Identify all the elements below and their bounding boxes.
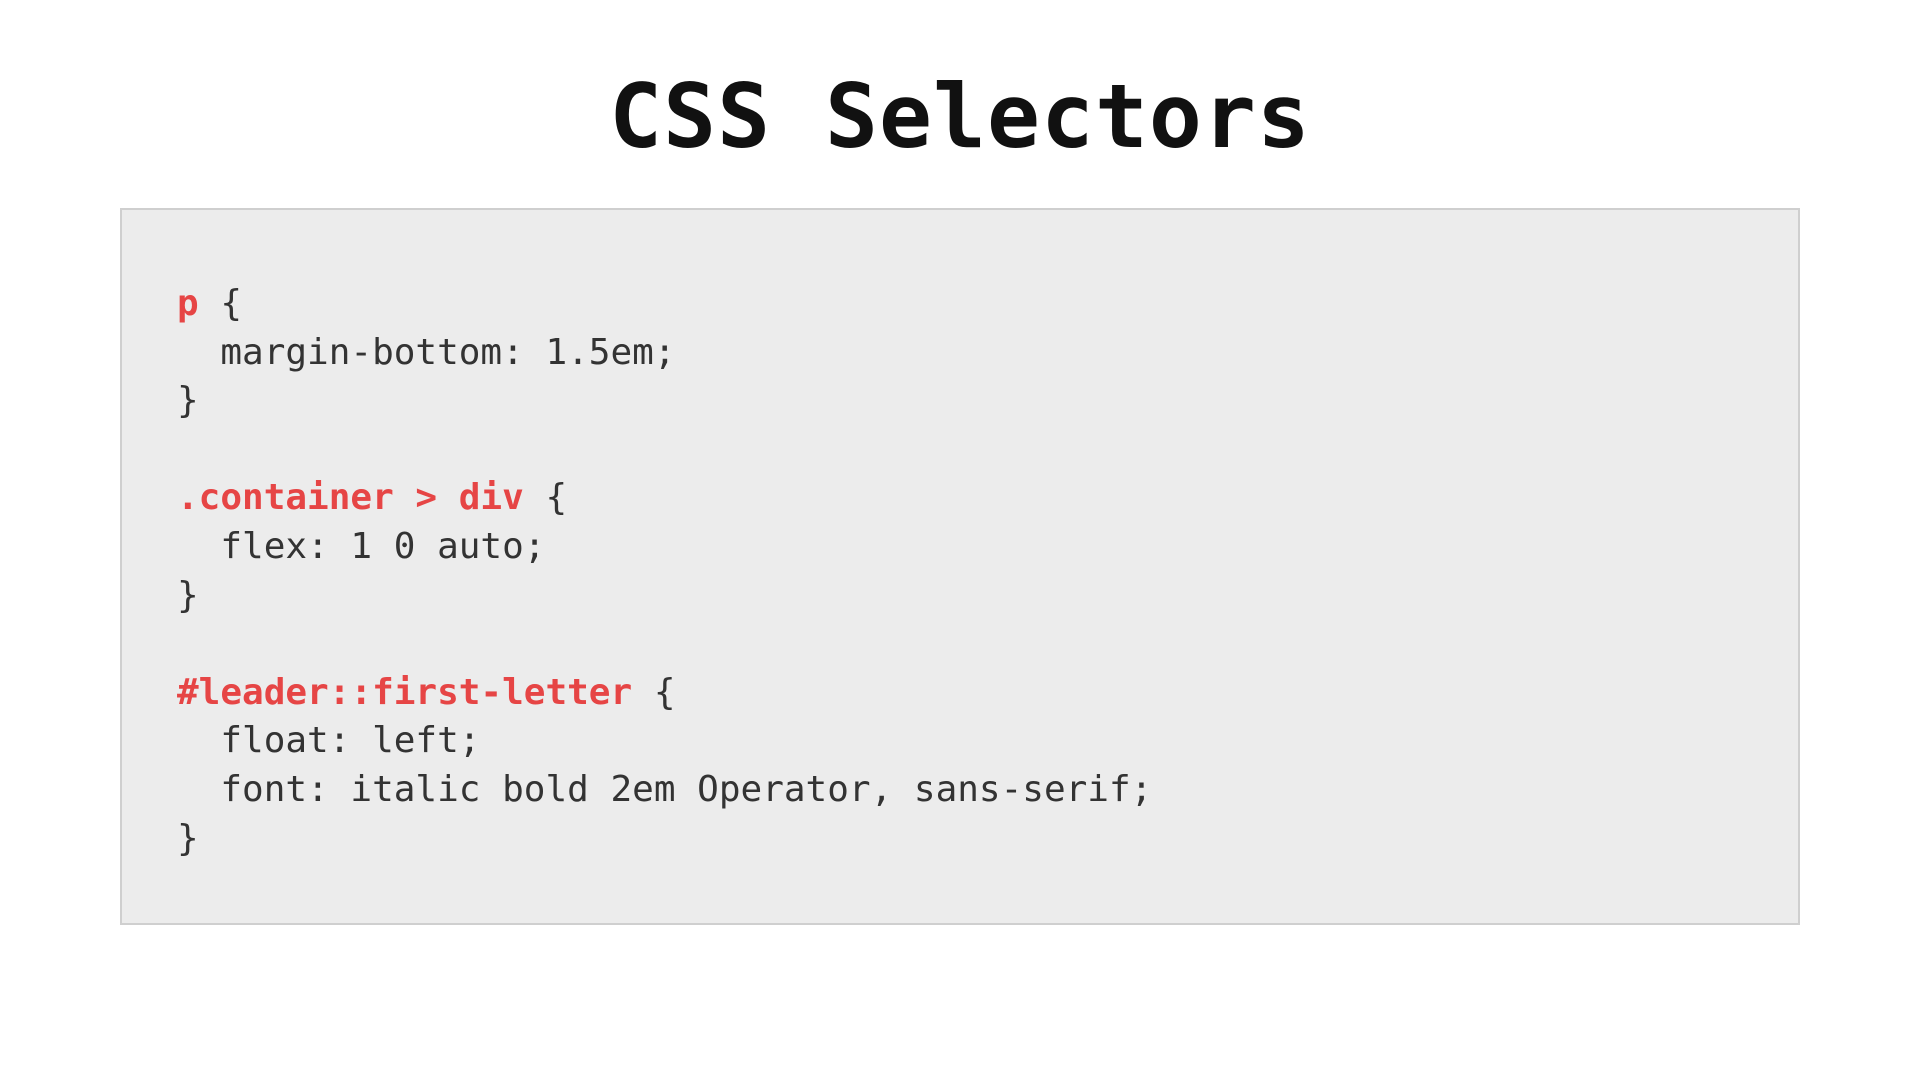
slide-title: CSS Selectors	[120, 65, 1800, 168]
slide: CSS Selectors p { margin-bottom: 1.5em; …	[0, 0, 1920, 1080]
code-content: p { margin-bottom: 1.5em; } .container >…	[177, 280, 1743, 863]
declaration: font: italic bold 2em Operator, sans-ser…	[177, 769, 1152, 810]
brace-close: }	[177, 380, 199, 421]
selector-p: p	[177, 283, 199, 324]
brace-open: {	[632, 672, 675, 713]
brace-close: }	[177, 575, 199, 616]
code-block: p { margin-bottom: 1.5em; } .container >…	[120, 208, 1800, 925]
brace-close: }	[177, 818, 199, 859]
selector-container-div: .container > div	[177, 477, 524, 518]
declaration: margin-bottom: 1.5em;	[177, 332, 676, 373]
brace-open: {	[524, 477, 567, 518]
selector-leader-first-letter: #leader::first-letter	[177, 672, 632, 713]
brace-open: {	[199, 283, 242, 324]
declaration: float: left;	[177, 720, 480, 761]
declaration: flex: 1 0 auto;	[177, 526, 545, 567]
